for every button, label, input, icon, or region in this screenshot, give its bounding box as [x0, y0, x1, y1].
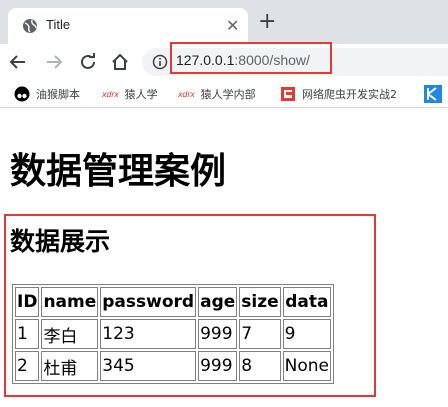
- kotlin-logo-icon: [424, 85, 442, 103]
- new-tab-button[interactable]: +: [258, 10, 276, 34]
- bookmark-tampermonkey[interactable]: 油猴脚本: [14, 80, 80, 108]
- section-title: 数据展示: [10, 227, 111, 256]
- table-cell: 8: [239, 351, 281, 381]
- table-cell: None: [282, 351, 331, 381]
- page-title: 数据管理案例: [10, 151, 227, 192]
- url-highlight-box: [170, 42, 332, 74]
- bookmark-label: 网络爬虫开发实战2: [302, 88, 397, 101]
- column-header-size: size: [239, 287, 281, 317]
- table-cell: 李白: [41, 319, 99, 349]
- table-cell: 2: [15, 351, 40, 381]
- info-icon[interactable]: [152, 54, 168, 70]
- tab-strip: Title ✕ +: [0, 0, 448, 44]
- table-cell: 999: [198, 319, 238, 349]
- bookmark-label: 油猴脚本: [36, 88, 80, 101]
- bookmarks-bar: 油猴脚本 xdrx 猿人学 xdrx 猿人学内部 网络爬虫开发实战2: [0, 80, 448, 108]
- back-arrow-icon: [9, 55, 25, 69]
- crawler-logo-icon: [280, 86, 296, 102]
- table-cell: 999: [198, 351, 238, 381]
- bookmark-yuanrenxue-internal[interactable]: xdrx 猿人学内部: [178, 80, 256, 108]
- bookmark-label: 猿人学内部: [200, 88, 256, 101]
- table-header-row: ID name password age size data: [15, 287, 331, 317]
- bookmark-label: 猿人学: [124, 88, 158, 101]
- home-button[interactable]: [108, 50, 132, 74]
- xdrx-logo-icon: xdrx: [178, 89, 195, 99]
- column-header-name: name: [41, 287, 99, 317]
- column-header-data: data: [282, 287, 331, 317]
- tampermonkey-icon: [14, 86, 30, 102]
- table-cell: 1: [15, 319, 40, 349]
- back-button[interactable]: [6, 50, 30, 74]
- table-row: 2 杜甫 345 999 8 None: [15, 351, 331, 381]
- column-header-password: password: [100, 287, 197, 317]
- reload-button[interactable]: [76, 50, 100, 74]
- table-cell: 345: [100, 351, 197, 381]
- bookmark-yuanrenxue[interactable]: xdrx 猿人学: [102, 80, 158, 108]
- browser-tab[interactable]: Title ✕: [8, 8, 248, 44]
- tab-close-icon[interactable]: ✕: [226, 17, 239, 35]
- forward-button[interactable]: [42, 50, 66, 74]
- bookmark-overflow[interactable]: [424, 80, 448, 108]
- table-cell: 杜甫: [41, 351, 99, 381]
- table-row: 1 李白 123 999 7 9: [15, 319, 331, 349]
- column-header-age: age: [198, 287, 238, 317]
- globe-icon: [23, 19, 37, 33]
- tab-title: Title: [46, 17, 71, 32]
- column-header-id: ID: [15, 287, 40, 317]
- forward-arrow-icon: [47, 55, 63, 69]
- bookmark-crawler[interactable]: 网络爬虫开发实战2: [280, 80, 397, 108]
- data-table: ID name password age size data 1 李白 123 …: [12, 284, 334, 384]
- table-cell: 9: [282, 319, 331, 349]
- table-cell: 7: [239, 319, 281, 349]
- reload-icon: [81, 53, 95, 69]
- xdrx-logo-icon: xdrx: [102, 89, 119, 99]
- home-icon: [112, 53, 128, 70]
- table-cell: 123: [100, 319, 197, 349]
